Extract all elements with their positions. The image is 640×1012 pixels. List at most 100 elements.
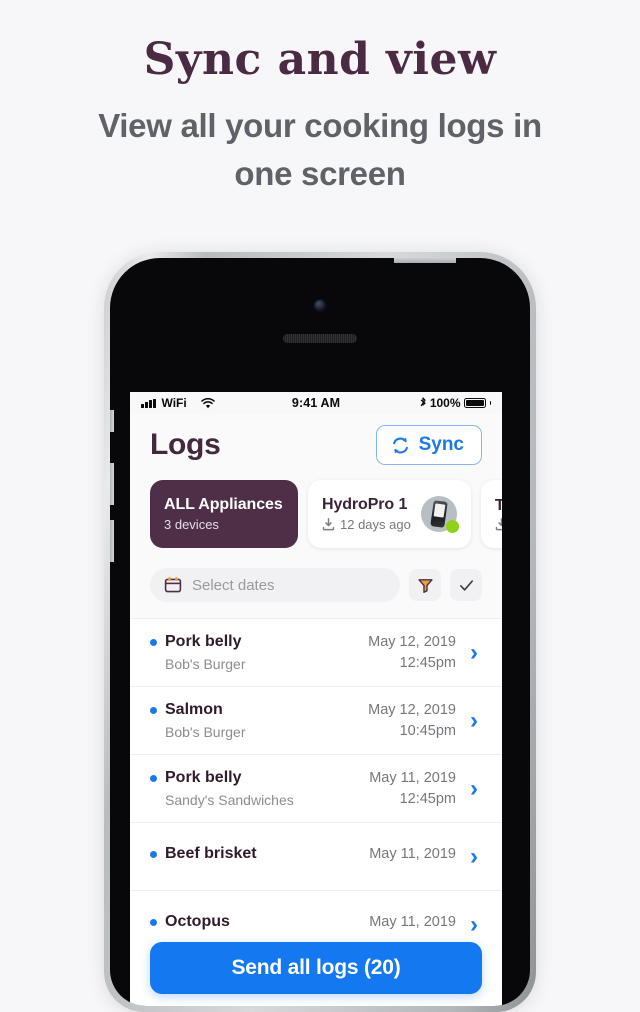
promo-header: Sync and view View all your cooking logs… (0, 0, 640, 198)
log-item-location: Sandy's Sandwiches (165, 792, 294, 808)
filter-button[interactable] (409, 569, 441, 601)
log-item-date: May 12, 2019 (368, 634, 456, 650)
download-icon (495, 518, 502, 531)
device-card-name: ALL Appliances (164, 496, 283, 513)
log-item-title: Beef brisket (165, 845, 257, 862)
volume-up-button[interactable] (110, 463, 114, 505)
device-card-meta-row: 12 days ago (322, 517, 411, 532)
log-item-title-row: Beef brisket (150, 845, 369, 863)
log-item-title-row: Salmon (150, 701, 368, 719)
phone-bezel: WiFi 9:41 AM 100% Logs Sync ALL Applianc… (110, 258, 530, 1006)
chevron-right-icon[interactable]: › (470, 776, 482, 801)
front-camera-icon (314, 300, 326, 311)
status-bar-clock: 9:41 AM (291, 396, 341, 410)
log-item-timestamps: May 11, 2019 12:45pm (369, 770, 456, 807)
send-all-logs-button[interactable]: Send all logs (20) (150, 942, 482, 994)
download-icon (322, 518, 335, 531)
battery-cap-icon (489, 401, 492, 405)
chevron-right-icon[interactable]: › (470, 844, 482, 869)
logs-list: Pork belly Bob's Burger May 12, 2019 12:… (130, 618, 502, 958)
confirm-filter-button[interactable] (450, 569, 482, 601)
volume-down-button[interactable] (110, 520, 114, 562)
device-card-name: T (494, 497, 502, 514)
device-card-texts: ALL Appliances 3 devices (164, 496, 283, 532)
unsent-status-dot (150, 706, 157, 714)
device-card-meta-row (495, 518, 502, 531)
log-item-main: Pork belly Bob's Burger (150, 633, 368, 672)
log-list-item[interactable]: Pork belly Sandy's Sandwiches May 11, 20… (130, 754, 502, 822)
page-title: Sync and view (143, 34, 497, 85)
phone-device-frame: WiFi 9:41 AM 100% Logs Sync ALL Applianc… (104, 252, 536, 1012)
log-item-main: Salmon Bob's Burger (150, 701, 368, 740)
wifi-icon (200, 397, 215, 409)
filter-bar: Select dates (130, 562, 502, 618)
status-bar: WiFi 9:41 AM 100% (130, 392, 502, 414)
device-card-third-partial[interactable]: T (480, 480, 502, 548)
log-item-title: Octopus (165, 913, 230, 930)
log-item-main: Octopus (150, 913, 369, 936)
date-range-input[interactable]: Select dates (150, 568, 400, 602)
battery-full-icon (463, 398, 486, 408)
check-icon (458, 577, 475, 594)
log-item-timestamps: May 12, 2019 12:45pm (368, 634, 456, 671)
log-item-location: Bob's Burger (165, 656, 246, 672)
device-card-meta: 3 devices (164, 517, 219, 532)
device-card-hydropro-1[interactable]: HydroPro 1 12 days ago (308, 480, 471, 548)
probe-device-icon (430, 500, 448, 528)
log-item-title: Pork belly (165, 769, 242, 786)
device-card-strip[interactable]: ALL Appliances 3 devices HydroPro 1 12 d… (130, 476, 502, 562)
log-list-item[interactable]: Salmon Bob's Burger May 12, 2019 10:45pm… (130, 686, 502, 754)
chevron-right-icon[interactable]: › (470, 640, 482, 665)
filter-funnel-icon (417, 577, 434, 594)
status-bar-right: 100% (340, 396, 492, 410)
log-list-item[interactable]: Pork belly Bob's Burger May 12, 2019 12:… (130, 618, 502, 686)
logs-heading: Logs (150, 428, 221, 461)
sync-button[interactable]: Sync (375, 425, 482, 465)
date-range-placeholder: Select dates (192, 576, 275, 594)
device-card-meta: 12 days ago (340, 517, 411, 532)
battery-percent-label: 100% (429, 396, 461, 410)
status-bar-left: WiFi (141, 396, 292, 410)
log-item-timestamps: May 11, 2019 (369, 846, 456, 867)
log-item-time: 12:45pm (399, 791, 456, 807)
antenna-band-left (110, 276, 114, 287)
signal-bars-icon (141, 398, 156, 408)
log-item-date: May 11, 2019 (369, 846, 456, 862)
log-item-main: Pork belly Sandy's Sandwiches (150, 769, 369, 808)
antenna-band-right (526, 276, 530, 287)
log-item-date: May 11, 2019 (369, 914, 456, 930)
power-button[interactable] (394, 258, 456, 263)
promo-subtitle: View all your cooking logs in one screen (98, 107, 542, 193)
refresh-circular-arrows-icon (390, 435, 411, 456)
device-card-name: HydroPro 1 (322, 496, 408, 513)
bluetooth-icon (419, 397, 427, 409)
log-item-title: Pork belly (165, 633, 242, 650)
log-item-timestamps: May 11, 2019 (369, 914, 456, 935)
earpiece-speaker-icon (283, 334, 357, 343)
log-item-main: Beef brisket (150, 845, 369, 868)
log-item-date: May 12, 2019 (368, 702, 456, 718)
log-item-location: Bob's Burger (165, 724, 246, 740)
chevron-right-icon[interactable]: › (470, 912, 482, 937)
phone-screen: WiFi 9:41 AM 100% Logs Sync ALL Applianc… (130, 392, 502, 1006)
sync-button-label: Sync (418, 434, 464, 455)
log-item-date: May 11, 2019 (369, 770, 456, 786)
log-list-item[interactable]: Beef brisket May 11, 2019 › (130, 822, 502, 890)
log-item-title-row: Pork belly (150, 633, 368, 651)
calendar-icon (164, 576, 182, 594)
unsent-status-dot (150, 918, 157, 926)
mute-switch[interactable] (110, 410, 114, 432)
log-item-time: 12:45pm (399, 655, 456, 671)
log-item-timestamps: May 12, 2019 10:45pm (368, 702, 456, 739)
unsent-status-dot (150, 850, 157, 858)
device-card-texts: HydroPro 1 12 days ago (322, 496, 411, 532)
carrier-label: WiFi (161, 396, 187, 410)
log-item-time: 10:45pm (399, 723, 456, 739)
log-item-title: Salmon (165, 701, 223, 718)
device-card-all-appliances[interactable]: ALL Appliances 3 devices (150, 480, 298, 548)
app-header: Logs Sync (130, 414, 502, 476)
chevron-right-icon[interactable]: › (470, 708, 482, 733)
unsent-status-dot (150, 774, 157, 782)
unsent-status-dot (150, 638, 157, 646)
device-card-texts: T (495, 497, 502, 531)
